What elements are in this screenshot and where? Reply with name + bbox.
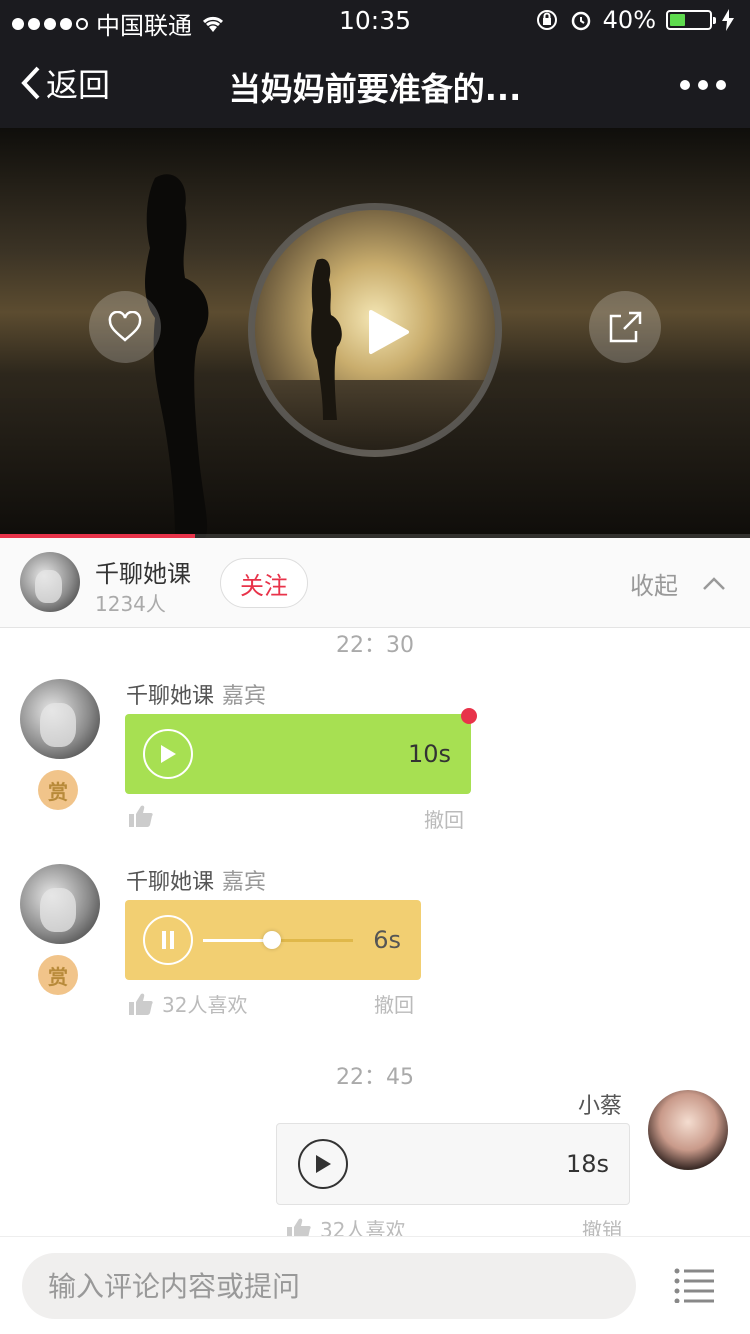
thumbs-up-icon — [129, 805, 153, 827]
play-icon — [161, 745, 176, 763]
rotation-lock-icon — [536, 10, 557, 30]
voice-bubble[interactable]: 18s — [276, 1123, 630, 1205]
album-disc — [248, 203, 502, 457]
voice-track[interactable] — [203, 931, 353, 949]
more-icon[interactable] — [680, 80, 726, 90]
page-title: 当妈妈前要准备的... — [228, 70, 522, 108]
sender-avatar[interactable] — [20, 864, 100, 944]
back-button[interactable]: 返回 — [20, 60, 110, 106]
sender-name: 千聊她课 — [126, 870, 215, 895]
list-menu-icon[interactable] — [674, 1267, 714, 1303]
recall-button[interactable]: 撤回 — [374, 989, 414, 1018]
heart-icon — [108, 311, 142, 342]
message-timestamp: 22：30 — [336, 633, 414, 658]
sender-name: 小蔡 — [577, 1094, 622, 1119]
unread-dot — [461, 708, 477, 724]
nav-bar: 返回 当妈妈前要准备的... — [0, 40, 750, 128]
comment-input[interactable] — [22, 1253, 636, 1319]
play-button[interactable] — [298, 1139, 348, 1189]
thumbs-up-icon — [129, 993, 153, 1015]
pause-button[interactable] — [143, 915, 193, 965]
voice-slider-handle[interactable] — [263, 931, 281, 949]
back-label: 返回 — [46, 66, 111, 104]
sender-name: 千聊她课 — [126, 684, 215, 709]
recall-button[interactable]: 撤回 — [424, 804, 464, 833]
collapse-label: 收起 — [630, 572, 678, 600]
sender-avatar[interactable] — [20, 679, 100, 759]
share-icon — [609, 311, 642, 343]
charging-icon — [722, 9, 734, 31]
disc-silhouette — [311, 258, 342, 420]
listener-count: 1234人 — [95, 592, 166, 616]
like-button[interactable] — [89, 291, 161, 363]
voice-bubble[interactable]: 10s — [125, 714, 471, 794]
chevron-up-icon — [703, 576, 725, 590]
like-count[interactable]: 32人喜欢 — [128, 989, 247, 1018]
play-icon — [316, 1155, 331, 1173]
voice-duration: 18s — [565, 1150, 609, 1178]
collapse-button[interactable]: 收起 — [630, 566, 726, 601]
voice-duration: 6s — [373, 926, 401, 954]
like-count[interactable] — [128, 804, 162, 828]
sender-role: 嘉宾 — [222, 870, 267, 895]
pause-icon — [162, 931, 174, 949]
author-bar: 千聊她课 1234人 关注 收起 — [0, 538, 750, 628]
play-icon[interactable] — [367, 308, 411, 356]
reward-button[interactable]: 赏 — [38, 770, 78, 810]
voice-bubble[interactable]: 6s — [125, 900, 421, 980]
comment-bar — [0, 1236, 750, 1334]
like-text: 32人喜欢 — [162, 993, 248, 1017]
sender-label: 千聊她课 嘉宾 — [126, 678, 266, 710]
author-name: 千聊她课 — [95, 560, 191, 588]
audio-cover — [0, 128, 750, 538]
user-avatar[interactable] — [648, 1090, 728, 1170]
status-bar: 中国联通 10:35 40% — [0, 0, 750, 40]
chevron-left-icon — [21, 66, 40, 100]
voice-duration: 10s — [407, 740, 451, 768]
message-timestamp: 22：45 — [336, 1065, 414, 1090]
share-button[interactable] — [589, 291, 661, 363]
sender-label: 千聊她课 嘉宾 — [126, 864, 266, 896]
battery-icon — [666, 10, 716, 30]
follow-button[interactable]: 关注 — [220, 558, 308, 608]
author-avatar[interactable] — [20, 552, 80, 612]
sender-role: 嘉宾 — [222, 684, 267, 709]
status-right: 40% — [535, 6, 734, 34]
reward-button[interactable]: 赏 — [38, 955, 78, 995]
play-button[interactable] — [143, 729, 193, 779]
battery-percent: 40% — [602, 6, 656, 34]
alarm-icon — [571, 11, 590, 31]
